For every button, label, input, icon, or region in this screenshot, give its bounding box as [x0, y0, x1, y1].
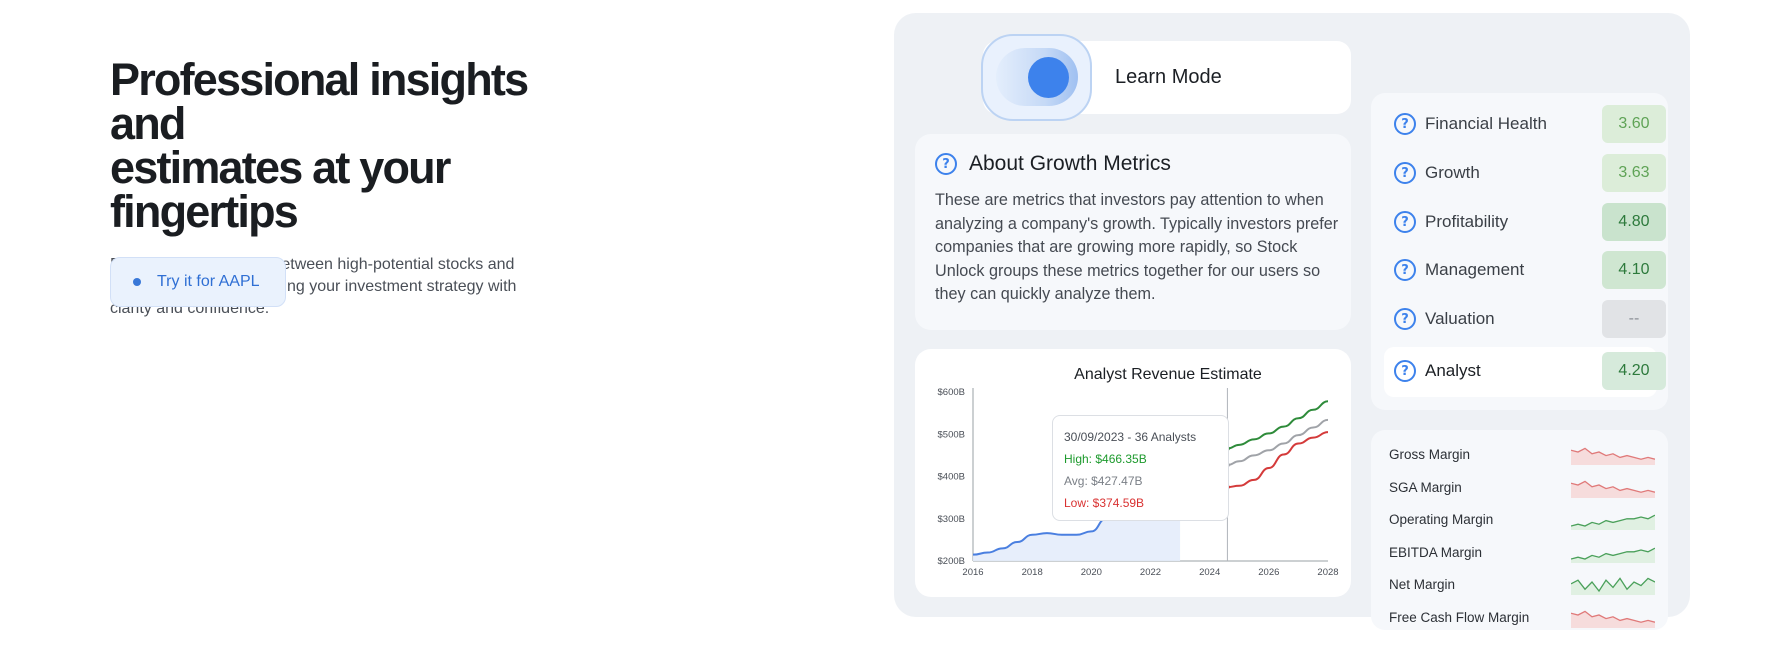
- help-icon[interactable]: ?: [935, 153, 957, 175]
- sparkline-area: [1571, 448, 1655, 465]
- margin-label: Free Cash Flow Margin: [1389, 610, 1530, 625]
- y-tick-label: $300B: [938, 514, 965, 525]
- score-row-analyst[interactable]: ? Analyst 4.20: [1394, 352, 1666, 390]
- margin-sparkline: [1571, 514, 1655, 530]
- margin-sparkline: [1571, 610, 1655, 628]
- learn-mode-label: Learn Mode: [1115, 66, 1222, 88]
- x-tick-label: 2028: [1317, 567, 1338, 578]
- score-row-management[interactable]: ? Management 4.10: [1394, 251, 1666, 289]
- y-tick-label: $600B: [938, 387, 965, 398]
- margin-label: Net Margin: [1389, 577, 1456, 592]
- tooltip-low: Low: $374.59B: [1064, 496, 1145, 510]
- toggle-knob[interactable]: [1028, 57, 1069, 98]
- score-name: Analyst: [1425, 361, 1481, 380]
- score-value: 4.80: [1602, 203, 1666, 241]
- margin-label: Gross Margin: [1389, 447, 1471, 462]
- x-tick-label: 2016: [962, 567, 983, 578]
- y-tick-label: $500B: [938, 429, 965, 440]
- help-icon[interactable]: ?: [1394, 113, 1416, 135]
- score-row-financial-health[interactable]: ? Financial Health 3.60: [1394, 105, 1666, 143]
- x-tick-label: 2018: [1022, 567, 1043, 578]
- score-row-profitability[interactable]: ? Profitability 4.80: [1394, 203, 1666, 241]
- margin-sparkline: [1571, 547, 1655, 563]
- margins-card: Gross Margin SGA Margin Operating Margin EB…: [1371, 430, 1668, 630]
- hero-title-line2: estimates at your fingertips: [110, 142, 451, 237]
- y-tick-label: $400B: [938, 472, 965, 483]
- score-value: 3.63: [1602, 154, 1666, 192]
- score-name: Growth: [1425, 163, 1480, 182]
- series-line-high: [1227, 400, 1329, 450]
- chart-tooltip: 30/09/2023 - 36 Analysts High: $466.35B …: [1052, 415, 1229, 521]
- margin-sparkline: [1571, 447, 1655, 465]
- x-tick-label: 2024: [1199, 567, 1220, 578]
- help-icon[interactable]: ?: [1394, 211, 1416, 233]
- try-aapl-label: Try it for AAPL: [157, 273, 260, 290]
- score-value: --: [1602, 300, 1666, 338]
- sparkline-area: [1571, 481, 1655, 498]
- bullet-dot-icon: [133, 278, 141, 286]
- margin-sparkline: [1571, 480, 1655, 498]
- score-name: Valuation: [1425, 309, 1495, 328]
- tooltip-avg: Avg: $427.47B: [1064, 474, 1143, 488]
- help-icon[interactable]: ?: [1394, 308, 1416, 330]
- try-aapl-button[interactable]: Try it for AAPL: [110, 257, 286, 307]
- score-value: 4.10: [1602, 251, 1666, 289]
- help-icon[interactable]: ?: [1394, 259, 1416, 281]
- series-line-low: [1227, 431, 1329, 489]
- x-tick-label: 2020: [1081, 567, 1102, 578]
- score-name: Profitability: [1425, 212, 1509, 231]
- margin-sparkline: [1571, 577, 1655, 595]
- help-icon[interactable]: ?: [1394, 162, 1416, 184]
- score-value: 4.20: [1602, 352, 1666, 390]
- hero-title: Professional insights and estimates at y…: [110, 57, 610, 237]
- hero-title-line1: Professional insights and: [110, 54, 529, 149]
- about-body: These are metrics that investors pay att…: [935, 191, 1339, 303]
- margin-label: EBITDA Margin: [1389, 545, 1483, 560]
- tooltip-date: 30/09/2023 - 36 Analysts: [1064, 430, 1197, 444]
- score-name: Financial Health: [1425, 114, 1547, 133]
- help-icon[interactable]: ?: [1394, 360, 1416, 382]
- sparkline-area: [1571, 611, 1655, 628]
- score-name: Management: [1425, 260, 1525, 279]
- x-tick-label: 2026: [1258, 567, 1279, 578]
- y-tick-label: $200B: [938, 556, 965, 567]
- about-title: About Growth Metrics: [969, 152, 1171, 175]
- score-row-growth[interactable]: ? Growth 3.63: [1394, 154, 1666, 192]
- tooltip-high: High: $466.35B: [1064, 452, 1147, 466]
- x-tick-label: 2022: [1140, 567, 1161, 578]
- margin-label: SGA Margin: [1389, 480, 1462, 495]
- score-row-valuation[interactable]: ? Valuation --: [1394, 300, 1666, 338]
- about-header: ? About Growth Metrics: [935, 152, 1171, 176]
- score-value: 3.60: [1602, 105, 1666, 143]
- margin-label: Operating Margin: [1389, 512, 1494, 527]
- about-growth-card: ? About Growth Metrics These are metrics…: [915, 134, 1351, 330]
